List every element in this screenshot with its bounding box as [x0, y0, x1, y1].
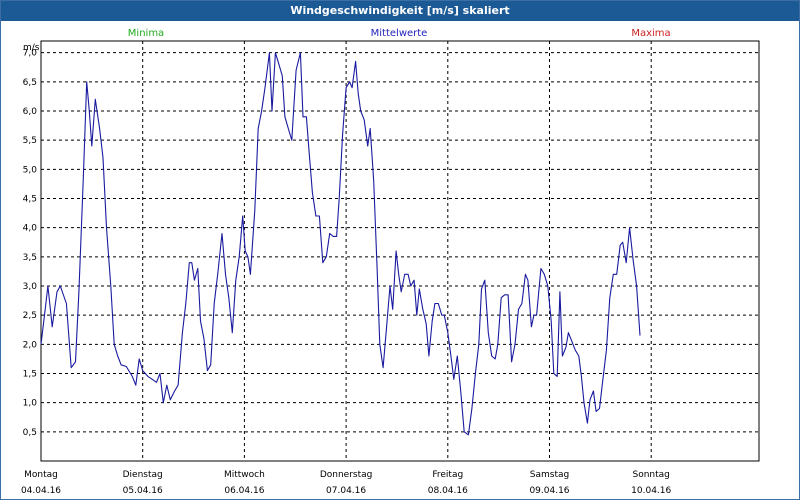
- y-tick-label: 4,0: [23, 224, 38, 234]
- y-tick-label: 5,0: [23, 165, 38, 175]
- y-tick-label: 2,5: [23, 311, 37, 321]
- y-tick-label: 3,5: [23, 253, 37, 263]
- x-tick-date: 10.04.16: [631, 486, 671, 496]
- y-tick-label: 1,0: [23, 399, 38, 409]
- x-tick-day: Sonntag: [633, 470, 670, 480]
- x-tick-date: 07.04.16: [326, 486, 366, 496]
- chart-area: Minima Mittelwerte Maxima m/s 0,51,01,52…: [21, 28, 760, 496]
- x-tick-date: 05.04.16: [123, 486, 163, 496]
- x-tick-day: Dienstag: [123, 470, 163, 480]
- y-tick-label: 3,0: [23, 282, 38, 292]
- y-tick-label: 0,5: [23, 428, 37, 438]
- y-tick-label: 6,5: [23, 78, 37, 88]
- chart-window: Windgeschwindigkeit [m/s] skaliert Minim…: [0, 0, 800, 500]
- legend-maxima: Maxima: [631, 28, 670, 39]
- x-tick-date: 08.04.16: [428, 486, 468, 496]
- x-tick-day: Donnerstag: [320, 470, 373, 480]
- y-tick-label: 4,5: [23, 195, 37, 205]
- x-tick-day: Montag: [24, 470, 58, 480]
- x-tick-day: Mittwoch: [224, 470, 265, 480]
- y-tick-label: 6,0: [23, 107, 38, 117]
- x-tick-date: 09.04.16: [529, 486, 569, 496]
- x-tick-date: 06.04.16: [224, 486, 264, 496]
- legend-minima: Minima: [128, 28, 164, 39]
- y-tick-label: 2,0: [23, 340, 38, 350]
- x-tick-date: 04.04.16: [21, 486, 61, 496]
- x-tick-day: Samstag: [530, 470, 569, 480]
- y-tick-label: 5,5: [23, 136, 37, 146]
- x-tick-day: Freitag: [432, 470, 463, 480]
- y-tick-label: 7,0: [23, 49, 38, 59]
- y-tick-label: 1,5: [23, 370, 37, 380]
- legend-mittelwerte: Mittelwerte: [371, 28, 428, 39]
- series-line-mittelwerte: [40, 52, 641, 436]
